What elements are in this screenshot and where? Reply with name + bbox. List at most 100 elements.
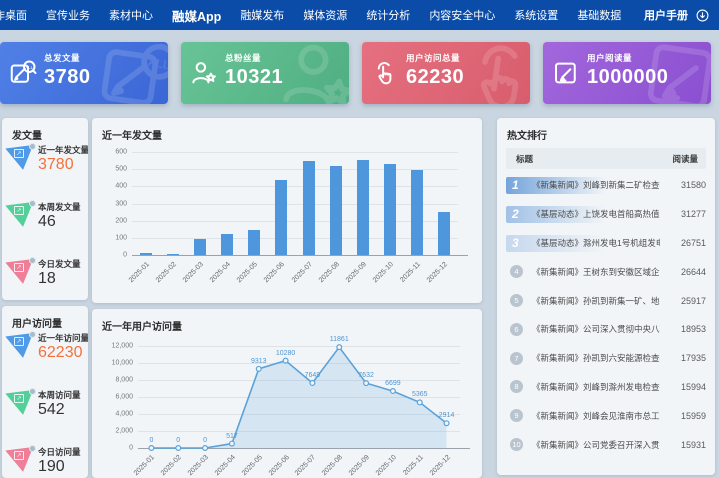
bar-2025-04[interactable] bbox=[221, 234, 233, 255]
left-stat-本周访问量: ↗本周访问量542 bbox=[6, 389, 86, 437]
y-axis-tick: 200 bbox=[115, 217, 127, 224]
data-point-2025-09[interactable] bbox=[364, 381, 369, 386]
table-row[interactable]: 7《新集新闻》孙凯到六安能源检查指导...17935 bbox=[506, 344, 706, 373]
stat-card-总粉丝量[interactable]: 总粉丝量10321 bbox=[181, 42, 349, 104]
article-title[interactable]: 《新集新闻》公司党委召开深入贯彻中... bbox=[532, 439, 660, 451]
bar-2025-11[interactable] bbox=[411, 170, 423, 255]
article-title[interactable]: 《新集新闻》公司深入贯彻中央八项规... bbox=[532, 323, 660, 335]
data-point-2025-06[interactable] bbox=[283, 358, 288, 363]
download-circle-icon[interactable] bbox=[696, 9, 709, 22]
article-reads: 15959 bbox=[681, 411, 706, 421]
nav-item-融媒发布[interactable]: 融媒发布 bbox=[240, 7, 284, 23]
data-point-label: 2914 bbox=[439, 412, 455, 419]
article-title[interactable]: 《新集新闻》孙凯到新集一矿、地勘公... bbox=[532, 295, 660, 307]
y-axis-tick: 8,000 bbox=[115, 377, 133, 384]
nav-item-内容安全中心[interactable]: 内容安全中心 bbox=[429, 7, 495, 23]
read-icon bbox=[551, 58, 581, 88]
table-row[interactable]: 9《新集新闻》刘峰会见淮南市总工会党...15959 bbox=[506, 401, 706, 430]
article-title[interactable]: 《基层动态》滁州发电1号机组发电机... bbox=[532, 237, 660, 249]
table-row[interactable]: 5《新集新闻》孙凯到新集一矿、地勘公...25917 bbox=[506, 286, 706, 315]
left-stat-近一年发文量: ↗近一年发文量3780 bbox=[6, 144, 86, 192]
bar-2025-12[interactable] bbox=[438, 212, 450, 255]
nav-item-基础数据[interactable]: 基础数据 bbox=[577, 7, 621, 23]
chart-title: 近一年发文量 bbox=[102, 127, 162, 142]
data-point-2025-04[interactable] bbox=[230, 441, 235, 446]
nav-item-融媒App[interactable]: 融媒App bbox=[172, 6, 221, 25]
rank-badge: 7 bbox=[510, 352, 523, 365]
panel-title: 发文量 bbox=[12, 127, 42, 142]
table-row[interactable]: 2《基层动态》上饶发电首船高热值动力...31277 bbox=[506, 200, 706, 229]
hot-articles-header: 标题 阅读量 bbox=[506, 148, 706, 169]
nav-item-统计分析[interactable]: 统计分析 bbox=[366, 7, 410, 23]
table-row[interactable]: 10《新集新闻》公司党委召开深入贯彻中...15931 bbox=[506, 430, 706, 459]
top-nav-bar: 作桌面 宣传业务 素材中心 融媒App 融媒发布 媒体资源 统计分析 内容安全中心 系统设置 基础… bbox=[0, 0, 719, 30]
left-stat-value: 190 bbox=[38, 458, 65, 476]
yearly-visits-line-chart-panel: 近一年用户访问量 02,0004,0006,0008,00010,00012,0… bbox=[92, 309, 482, 478]
table-row[interactable]: 8《新集新闻》刘峰到滁州发电检查指导...15994 bbox=[506, 373, 706, 402]
nav-menu: 作桌面 宣传业务 素材中心 融媒App 融媒发布 媒体资源 统计分析 内容安全中心 系统设置 基础… bbox=[0, 6, 621, 25]
stat-cards-row: ALL总发文量3780ALL总粉丝量10321用户访问总量62230用户阅读量1… bbox=[0, 42, 719, 104]
article-title[interactable]: 《新集新闻》刘峰到滁州发电检查指导... bbox=[532, 381, 660, 393]
data-point-2025-07[interactable] bbox=[310, 381, 315, 386]
hot-articles-panel: 热文排行 标题 阅读量 1《新集新闻》刘峰到新集二矿检查指导...315802《… bbox=[497, 118, 715, 475]
data-point-label: 5365 bbox=[412, 391, 428, 398]
stat-card-用户阅读量[interactable]: 用户阅读量1000000 bbox=[543, 42, 711, 104]
data-point-label: 9313 bbox=[251, 358, 267, 365]
triangle-stat-icon: ↗ bbox=[6, 334, 34, 358]
stat-card-总发文量[interactable]: ALL总发文量3780ALL bbox=[0, 42, 168, 104]
data-point-label: 0 bbox=[203, 437, 207, 444]
data-point-2025-12[interactable] bbox=[444, 421, 449, 426]
nav-item-素材中心[interactable]: 素材中心 bbox=[109, 7, 153, 23]
stat-card-用户访问总量[interactable]: 用户访问总量62230 bbox=[362, 42, 530, 104]
triangle-stat-icon: ↗ bbox=[6, 260, 34, 284]
user-manual-link[interactable]: 用户手册 bbox=[644, 7, 688, 23]
nav-item-宣传业务[interactable]: 宣传业务 bbox=[46, 7, 90, 23]
data-point-2025-03[interactable] bbox=[203, 446, 208, 451]
table-row[interactable]: 4《新集新闻》王树东到安徽区域企业调研26644 bbox=[506, 257, 706, 286]
gridline bbox=[132, 204, 458, 205]
line-chart-plot[interactable]: 02,0004,0006,0008,00010,00012,0002025-01… bbox=[138, 346, 460, 448]
rank-badge: 5 bbox=[510, 294, 523, 307]
edit-all-icon-watermark: ALL bbox=[90, 42, 168, 104]
bar-2025-07[interactable] bbox=[303, 161, 315, 255]
article-title[interactable]: 《新集新闻》刘峰会见淮南市总工会党... bbox=[532, 410, 660, 422]
left-stat-label: 本周发文量 bbox=[38, 201, 81, 213]
data-point-2025-02[interactable] bbox=[176, 446, 181, 451]
bar-2025-03[interactable] bbox=[194, 239, 206, 255]
data-point-2025-11[interactable] bbox=[417, 400, 422, 405]
fans-icon bbox=[189, 58, 219, 88]
column-reads: 阅读量 bbox=[672, 153, 698, 165]
nav-item-作桌面[interactable]: 作桌面 bbox=[0, 7, 27, 23]
article-title[interactable]: 《新集新闻》王树东到安徽区域企业调研 bbox=[532, 266, 660, 278]
data-point-2025-08[interactable] bbox=[337, 345, 342, 350]
y-axis-tick: 12,000 bbox=[112, 343, 133, 350]
post-count-panel: 发文量 ↗近一年发文量3780↗本周发文量46↗今日发文量18 bbox=[2, 118, 88, 300]
nav-item-媒体资源[interactable]: 媒体资源 bbox=[303, 7, 347, 23]
nav-item-系统设置[interactable]: 系统设置 bbox=[514, 7, 558, 23]
data-point-2025-01[interactable] bbox=[149, 446, 154, 451]
bar-2025-09[interactable] bbox=[357, 160, 369, 255]
table-row[interactable]: 6《新集新闻》公司深入贯彻中央八项规...18953 bbox=[506, 315, 706, 344]
bar-chart-plot[interactable]: 01002003004005006002025-012025-022025-03… bbox=[132, 152, 458, 255]
click-icon bbox=[370, 58, 400, 88]
bar-2025-05[interactable] bbox=[248, 230, 260, 255]
bar-2025-01[interactable] bbox=[140, 253, 152, 255]
table-row[interactable]: 1《新集新闻》刘峰到新集二矿检查指导...31580 bbox=[506, 171, 706, 200]
data-point-2025-05[interactable] bbox=[256, 366, 261, 371]
triangle-stat-icon: ↗ bbox=[6, 448, 34, 472]
bar-2025-10[interactable] bbox=[384, 164, 396, 255]
article-title[interactable]: 《新集新闻》孙凯到六安能源检查指导... bbox=[532, 352, 660, 364]
article-title[interactable]: 《新集新闻》刘峰到新集二矿检查指导... bbox=[532, 179, 660, 191]
bar-2025-06[interactable] bbox=[275, 180, 287, 255]
line-series bbox=[138, 346, 460, 452]
bar-2025-02[interactable] bbox=[167, 254, 179, 255]
rank-number: 3 bbox=[512, 236, 519, 250]
data-point-label: 517 bbox=[226, 433, 238, 440]
article-title[interactable]: 《基层动态》上饶发电首船高热值动力... bbox=[532, 208, 660, 220]
bar-2025-08[interactable] bbox=[330, 166, 342, 255]
gridline bbox=[132, 221, 458, 222]
table-row[interactable]: 3《基层动态》滁州发电1号机组发电机...26751 bbox=[506, 229, 706, 258]
data-point-2025-10[interactable] bbox=[391, 389, 396, 394]
y-axis-tick: 6,000 bbox=[115, 394, 133, 401]
data-point-label: 6699 bbox=[385, 380, 401, 387]
